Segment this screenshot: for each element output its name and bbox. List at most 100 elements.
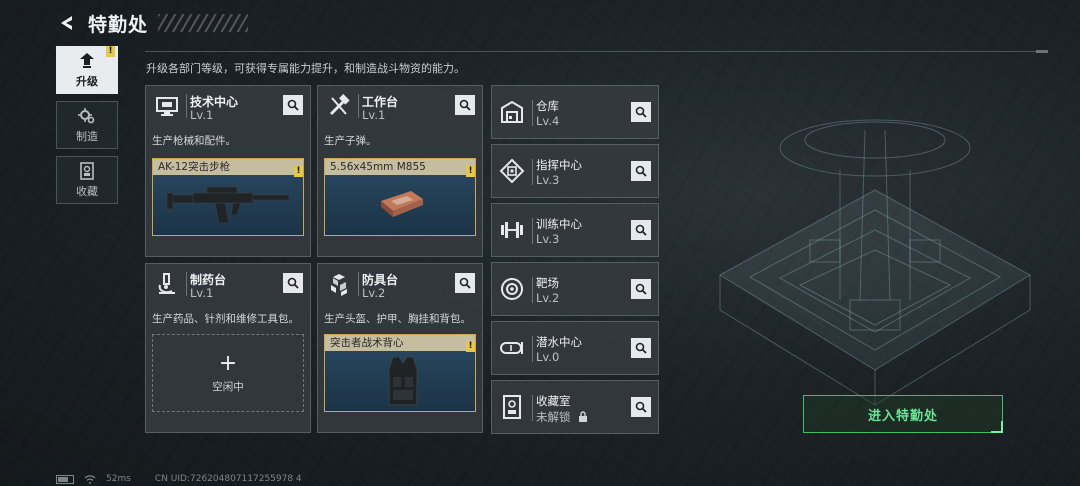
collection-room-icon: [503, 395, 521, 419]
inspect-button[interactable]: [631, 338, 651, 358]
production-slot[interactable]: 突击者战术背心: [324, 334, 476, 412]
facility-command-center[interactable]: 指挥中心 Lv.3: [491, 144, 659, 198]
facility-level: Lv.4: [536, 114, 560, 128]
empty-production-slot[interactable]: + 空闲中: [152, 334, 304, 412]
workshop-card-armor[interactable]: 防具台 Lv.2 生产头盔、护甲、胸挂和背包。 突击者战术背心 !: [317, 263, 483, 433]
workshop-card-pharmacy[interactable]: 制药台 Lv.1 生产药品、针剂和维修工具包。 + 空闲中: [145, 263, 311, 433]
workshop-level: Lv.2: [362, 286, 386, 300]
player-uid: CN UID:726204807117255978 4: [154, 474, 302, 484]
enter-special-ops-button[interactable]: 进入特勤处: [803, 395, 1003, 433]
workshop-description: 生产药品、针剂和维修工具包。: [152, 313, 299, 325]
tab-upgrade-label: 升级: [76, 75, 98, 88]
card-separator: [532, 395, 533, 421]
card-separator: [358, 94, 359, 118]
workshop-description: 生产枪械和配件。: [152, 135, 236, 147]
upgrade-icon: [80, 53, 94, 68]
warehouse-icon: [501, 100, 523, 123]
tab-upgrade[interactable]: 升级 !: [56, 46, 118, 94]
collection-icon: [80, 162, 94, 180]
target-icon: [501, 278, 523, 300]
facility-diving-center[interactable]: 潜水中心 Lv.0: [491, 321, 659, 375]
facility-name: 指挥中心: [536, 158, 582, 172]
search-icon: [635, 224, 647, 236]
base-hologram: [719, 119, 1031, 406]
facility-level: Lv.0: [536, 350, 560, 364]
facility-shooting-range[interactable]: 靶场 Lv.2: [491, 262, 659, 316]
facility-name: 收藏室: [536, 394, 571, 408]
facility-locked-status: 未解锁: [536, 409, 588, 425]
idle-label: 空闲中: [212, 380, 244, 393]
dumbbell-icon: [501, 222, 523, 238]
card-separator: [532, 336, 533, 362]
status-bar: 52ms CN UID:726204807117255978 4: [56, 474, 302, 484]
facility-level: Lv.2: [536, 291, 560, 305]
back-button[interactable]: [56, 12, 78, 34]
plus-icon: +: [218, 350, 238, 376]
search-icon: [459, 99, 471, 111]
tab-collection[interactable]: 收藏: [56, 156, 118, 204]
card-separator: [532, 100, 533, 126]
workshop-card-tech-center[interactable]: 技术中心 Lv.1 生产枪械和配件。 AK-12突击步枪 !: [145, 85, 311, 257]
tab-collection-label: 收藏: [76, 185, 98, 198]
header: 特勤处: [56, 8, 249, 38]
facility-level: Lv.3: [536, 173, 560, 187]
inspect-button[interactable]: [631, 397, 651, 417]
slot-item-name: 突击者战术背心: [325, 335, 475, 351]
facility-name: 训练中心: [536, 217, 582, 231]
inspect-button[interactable]: [283, 273, 303, 293]
search-icon: [287, 99, 299, 111]
facility-collection-room[interactable]: 收藏室 未解锁: [491, 380, 659, 434]
inspect-button[interactable]: [631, 102, 651, 122]
slot-item-name: AK-12突击步枪: [153, 159, 303, 175]
microscope-icon: [158, 273, 175, 294]
production-slot[interactable]: 5.56x45mm M855: [324, 158, 476, 236]
battery-icon: [56, 474, 74, 484]
card-separator: [532, 159, 533, 185]
lock-icon: [579, 411, 588, 422]
tactical-vest-image: [388, 356, 418, 406]
production-slot[interactable]: AK-12突击步枪: [152, 158, 304, 236]
facility-name: 潜水中心: [536, 335, 582, 349]
inspect-button[interactable]: [631, 161, 651, 181]
search-icon: [635, 342, 647, 354]
workshop-level: Lv.1: [190, 286, 214, 300]
inspect-button[interactable]: [283, 95, 303, 115]
facility-level: Lv.3: [536, 232, 560, 246]
monitor-icon: [156, 97, 178, 116]
locked-label: 未解锁: [536, 410, 571, 424]
inspect-button[interactable]: [455, 95, 475, 115]
rifle-image: [167, 186, 290, 224]
card-separator: [186, 272, 187, 296]
armor-blocks-icon: [331, 274, 347, 296]
card-separator: [532, 277, 533, 303]
alert-badge: !: [466, 341, 475, 352]
ping-value: 52ms: [106, 474, 131, 484]
search-icon: [635, 106, 647, 118]
wifi-icon: [84, 474, 96, 484]
header-divider: [145, 50, 1048, 53]
ammo-box-image: [381, 191, 423, 217]
facility-warehouse[interactable]: 仓库 Lv.4: [491, 85, 659, 139]
inspect-button[interactable]: [455, 273, 475, 293]
search-icon: [635, 283, 647, 295]
facility-training-center[interactable]: 训练中心 Lv.3: [491, 203, 659, 257]
page-title: 特勤处: [88, 13, 149, 36]
gears-icon: [78, 108, 95, 124]
workshop-description: 生产头盔、护甲、胸挂和背包。: [324, 313, 471, 325]
search-icon: [635, 401, 647, 413]
command-chip-icon: [499, 158, 525, 184]
tab-craft-label: 制造: [76, 130, 98, 143]
tab-craft[interactable]: 制造: [56, 101, 118, 149]
card-separator: [358, 272, 359, 296]
inspect-button[interactable]: [631, 220, 651, 240]
tools-icon: [329, 94, 350, 116]
alert-badge: !: [466, 166, 475, 177]
card-separator: [186, 94, 187, 118]
workshop-card-workbench[interactable]: 工作台 Lv.1 生产子弹。 5.56x45mm M855 !: [317, 85, 483, 257]
workshop-description: 生产子弹。: [324, 135, 377, 147]
workshop-level: Lv.1: [362, 108, 386, 122]
alert-badge: !: [106, 46, 115, 57]
inspect-button[interactable]: [631, 279, 651, 299]
search-icon: [635, 165, 647, 177]
diving-mask-icon: [500, 342, 523, 354]
